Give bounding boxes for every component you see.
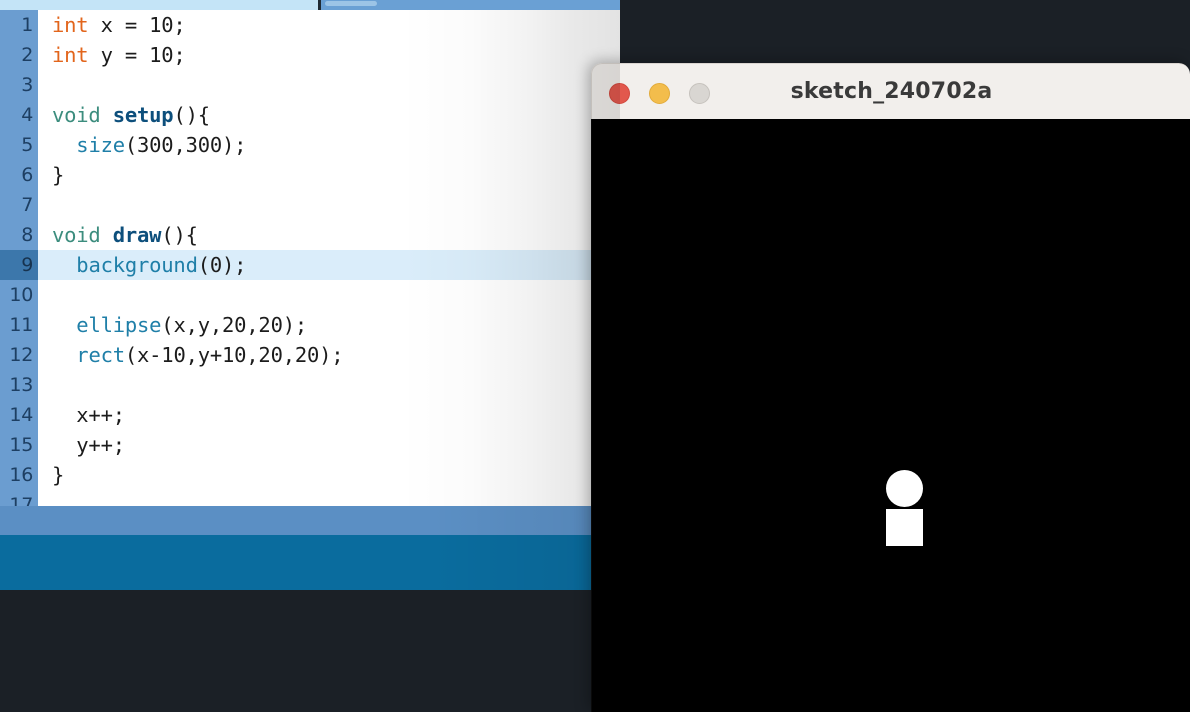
- line-number: 7: [0, 190, 38, 220]
- code-rows[interactable]: 1 int x = 10; 2 int y = 10; 3 4 void setup(){5…: [0, 10, 620, 506]
- line-number: 13: [0, 370, 38, 400]
- code-token: background: [76, 253, 198, 277]
- code-line[interactable]: 11 ellipse(x,y,20,20);: [0, 310, 620, 340]
- code-token: y++;: [52, 433, 125, 457]
- code-line[interactable]: 16}: [0, 460, 620, 490]
- code-token: void: [52, 223, 101, 247]
- code-line-text: y++;: [38, 430, 620, 460]
- code-line-text: [38, 490, 620, 506]
- code-line-text: [38, 280, 620, 310]
- line-number: 17: [0, 490, 38, 506]
- canvas-ellipse-shape: [886, 470, 923, 507]
- code-token: setup: [112, 103, 174, 127]
- code-line-text: ellipse(x,y,20,20);: [38, 310, 620, 340]
- code-line[interactable]: 7: [0, 190, 620, 220]
- sketch-window-title: sketch_240702a: [790, 79, 993, 104]
- code-line[interactable]: 10: [0, 280, 620, 310]
- code-line[interactable]: 2 int y = 10;: [0, 40, 620, 70]
- code-token: (x-10,y+10,20,20);: [124, 343, 344, 367]
- code-line[interactable]: 5 size(300,300);: [0, 130, 620, 160]
- code-token: (0);: [197, 253, 247, 277]
- code-token: int: [52, 43, 89, 67]
- line-number: 5: [0, 130, 38, 160]
- line-number: 4: [0, 100, 38, 130]
- code-token: (){: [161, 223, 198, 247]
- sketch-canvas[interactable]: [591, 119, 1190, 712]
- toolbar-shadow-overlay: [0, 506, 620, 535]
- code-line-text: rect(x-10,y+10,20,20);: [38, 340, 620, 370]
- code-token: size: [76, 133, 125, 157]
- code-line-text: int x = 10;: [38, 10, 620, 40]
- editor-status-band[interactable]: [0, 535, 620, 590]
- line-number: 14: [0, 400, 38, 430]
- editor-tab-strip[interactable]: [0, 0, 620, 10]
- editor-tab-active[interactable]: [0, 0, 318, 10]
- editor-toolbar-band[interactable]: [0, 506, 620, 535]
- line-number: 2: [0, 40, 38, 70]
- code-line[interactable]: 14 x++;: [0, 400, 620, 430]
- code-token: ellipse: [76, 313, 162, 337]
- line-number: 16: [0, 460, 38, 490]
- code-token: (300,300);: [124, 133, 247, 157]
- status-shadow-overlay: [0, 535, 620, 590]
- sketch-display-window[interactable]: sketch_240702a: [591, 63, 1190, 712]
- code-token: (x,y,20,20);: [161, 313, 308, 337]
- code-line[interactable]: 12 rect(x-10,y+10,20,20);: [0, 340, 620, 370]
- processing-editor-window: 1 int x = 10; 2 int y = 10; 3 4 void setup(){5…: [0, 0, 620, 712]
- code-line-text: int y = 10;: [38, 40, 620, 70]
- code-line[interactable]: 15 y++;: [0, 430, 620, 460]
- code-token: y = 10;: [88, 43, 186, 67]
- code-line-text: void setup(){: [38, 100, 620, 130]
- code-line-text: size(300,300);: [38, 130, 620, 160]
- line-number: 10: [0, 280, 38, 310]
- code-line[interactable]: 9 background(0);: [0, 250, 620, 280]
- code-line[interactable]: 17: [0, 490, 620, 506]
- code-token: }: [52, 163, 65, 187]
- code-line[interactable]: 1 int x = 10;: [0, 10, 620, 40]
- editor-tab-divider: [318, 0, 321, 10]
- code-line[interactable]: 8 void draw(){: [0, 220, 620, 250]
- code-line-text: [38, 190, 620, 220]
- code-pane[interactable]: 1 int x = 10; 2 int y = 10; 3 4 void setup(){5…: [0, 10, 620, 506]
- code-token: }: [52, 463, 65, 487]
- line-number: 15: [0, 430, 38, 460]
- code-line-text: [38, 370, 620, 400]
- editor-console[interactable]: [0, 590, 620, 712]
- code-token: draw: [112, 223, 162, 247]
- code-line-text: void draw(){: [38, 220, 620, 250]
- code-line-text: [38, 70, 620, 100]
- code-line-text: }: [38, 160, 620, 190]
- code-line[interactable]: 13: [0, 370, 620, 400]
- line-number: 12: [0, 340, 38, 370]
- code-token: x = 10;: [88, 13, 186, 37]
- code-token: rect: [76, 343, 125, 367]
- line-number: 1: [0, 10, 38, 40]
- code-line-text: x++;: [38, 400, 620, 430]
- code-token: void: [52, 103, 101, 127]
- line-number: 6: [0, 160, 38, 190]
- code-token: x++;: [52, 403, 125, 427]
- code-line-text: background(0);: [38, 250, 620, 280]
- code-line[interactable]: 6}: [0, 160, 620, 190]
- line-number: 9: [0, 250, 38, 280]
- code-line-text: }: [38, 460, 620, 490]
- code-token: (){: [173, 103, 210, 127]
- editor-tab-inactive[interactable]: [325, 1, 377, 6]
- line-number: 8: [0, 220, 38, 250]
- screen: 1 int x = 10; 2 int y = 10; 3 4 void setup(){5…: [0, 0, 1190, 712]
- canvas-rect-shape: [886, 509, 923, 546]
- line-number: 3: [0, 70, 38, 100]
- code-token: int: [52, 13, 89, 37]
- code-line[interactable]: 4 void setup(){: [0, 100, 620, 130]
- sketch-titlebar[interactable]: sketch_240702a: [591, 63, 1190, 119]
- line-number: 11: [0, 310, 38, 340]
- code-line[interactable]: 3: [0, 70, 620, 100]
